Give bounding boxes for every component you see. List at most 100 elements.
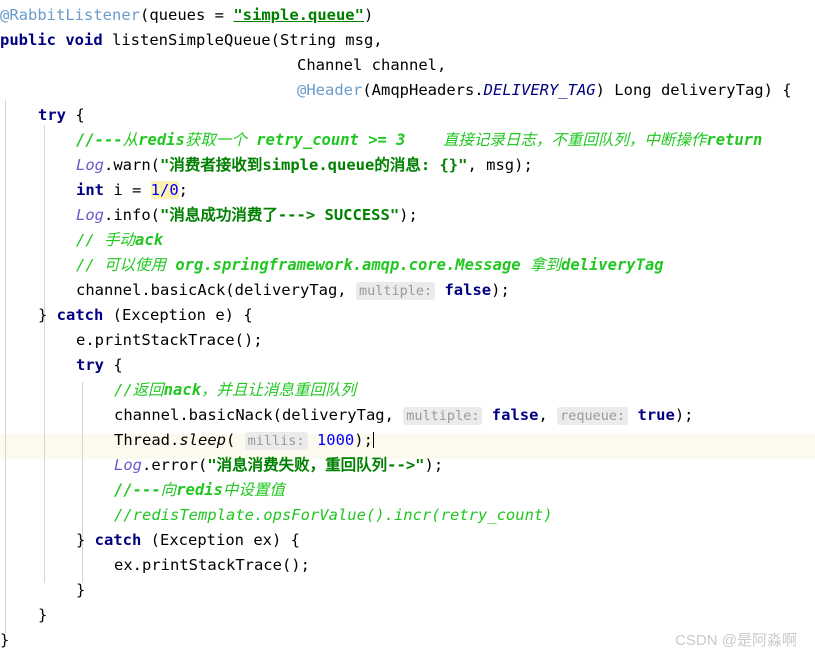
logger-field-warn: Log — [76, 156, 104, 174]
keyword-int: int — [76, 181, 104, 199]
brace-close-method: } — [0, 631, 10, 649]
comment16-cn: ，并且让消息重回队列 — [201, 381, 357, 399]
call-basicack: channel.basicAck(deliveryTag, — [76, 281, 356, 299]
line18-close: ); — [354, 431, 373, 449]
code-line-23[interactable]: ex.printStackTrace(); — [0, 553, 815, 578]
comment11-deliverytag: deliveryTag — [560, 256, 664, 274]
code-line-3[interactable]: Channel channel, — [0, 53, 815, 78]
line13-exception-decl: (Exception e) { — [103, 306, 253, 324]
brace-close-outer-catch: } — [38, 606, 48, 624]
comment16-nack: nack — [163, 381, 201, 399]
code-line-24[interactable]: } — [0, 578, 815, 603]
division-by-zero-expression: 1/0 — [150, 181, 179, 199]
comment20-cn-2: 中设置值 — [222, 481, 285, 499]
line12-close: ); — [491, 281, 510, 299]
call-basicnack: channel.basicNack(deliveryTag, — [114, 406, 404, 424]
code-line-17[interactable]: channel.basicNack(deliveryTag, multiple:… — [0, 403, 815, 428]
code-line-1[interactable]: @RabbitListener(queues = "simple.queue") — [0, 3, 815, 28]
comment20-cn-1: 向 — [160, 481, 177, 499]
literal-true-requeue: true — [637, 406, 675, 424]
param-string-msg: String msg, — [279, 31, 383, 49]
comment21-redistemplate: //redisTemplate.opsForValue().incr(retry… — [114, 506, 553, 524]
line19-close: ); — [424, 456, 444, 474]
keyword-catch-outer: catch — [56, 306, 104, 324]
param-channel-channel: Channel channel, — [297, 56, 447, 74]
code-line-4[interactable]: @Header(AmqpHeaders.DELIVERY_TAG) Long d… — [0, 78, 815, 103]
code-line-10[interactable]: // 手动ack — [0, 228, 815, 253]
code-line-15[interactable]: try { — [0, 353, 815, 378]
code-line-7[interactable]: Log.warn("消费者接收到simple.queue的消息: {}", ms… — [0, 153, 815, 178]
constant-delivery-tag: DELIVERY_TAG — [483, 81, 596, 99]
text-caret — [372, 432, 374, 448]
line18-open: ( — [226, 431, 245, 449]
literal-1000: 1000 — [316, 431, 355, 449]
code-line-5[interactable]: try { — [0, 103, 815, 128]
class-thread: Thread. — [114, 431, 180, 449]
code-line-13[interactable]: } catch (Exception e) { — [0, 303, 815, 328]
keyword-void: void — [65, 31, 103, 49]
line22-brace: } — [76, 531, 95, 549]
comment11-cn-1: 可以使用 — [104, 256, 167, 274]
variable-i: i = — [104, 181, 151, 199]
code-line-12[interactable]: channel.basicAck(deliveryTag, multiple: … — [0, 278, 815, 303]
code-line-8[interactable]: int i = 1/0; — [0, 178, 815, 203]
call-printstacktrace-ex: ex.printStackTrace(); — [114, 556, 310, 574]
line9-close: ); — [399, 206, 418, 224]
method-sleep: sleep — [179, 431, 226, 449]
line5-brace: { — [66, 106, 85, 124]
annotation-rabbitlistener: @RabbitListener — [0, 6, 140, 24]
literal-false-ack: false — [444, 281, 492, 299]
line7-args: , msg); — [467, 156, 533, 174]
line1-string-literal: "simple.queue" — [233, 6, 364, 24]
code-line-16[interactable]: //返回nack，并且让消息重回队列 — [0, 378, 815, 403]
comment10-ack: ack — [135, 231, 163, 249]
code-line-18[interactable]: Thread.sleep( millis: 1000); — [0, 428, 815, 453]
line13-brace: } — [38, 306, 57, 324]
keyword-try-outer: try — [38, 106, 66, 124]
line1-param: queues = — [149, 6, 234, 24]
param-hint-multiple-nack: multiple: — [403, 407, 483, 425]
line17-close: ); — [674, 406, 694, 424]
code-line-25[interactable]: } — [0, 603, 815, 628]
csdn-watermark: CSDN @是阿淼啊 — [675, 632, 797, 649]
code-line-14[interactable]: e.printStackTrace(); — [0, 328, 815, 353]
line1-close-paren: ) — [363, 6, 374, 24]
param-hint-millis: millis: — [244, 432, 308, 450]
code-content[interactable]: @RabbitListener(queues = "simple.queue")… — [0, 0, 815, 653]
param-hint-multiple: multiple: — [355, 282, 436, 300]
line19-string: "消息消费失败，重回队列-->" — [207, 456, 425, 474]
comment6-redis: redis — [138, 131, 185, 149]
comment10-text: // 手动 — [76, 231, 135, 249]
code-line-20[interactable]: //---向redis中设置值 — [0, 478, 815, 503]
comment6-dashes: //--- — [76, 131, 123, 149]
comment6-cn-3: 直接记录日志，不重回队列，中断操作 — [405, 131, 707, 149]
code-editor[interactable]: @RabbitListener(queues = "simple.queue")… — [0, 0, 815, 658]
code-line-22[interactable]: } catch (Exception ex) { — [0, 528, 815, 553]
comment20-redis: redis — [176, 481, 223, 499]
line9-call: .info( — [104, 206, 160, 224]
code-line-6[interactable]: //---从redis获取一个 retry_count >= 3 直接记录日志，… — [0, 128, 815, 153]
code-line-2[interactable]: public void listenSimpleQueue(String msg… — [0, 28, 815, 53]
code-line-11[interactable]: // 可以使用 org.springframework.amqp.core.Me… — [0, 253, 815, 278]
code-line-9[interactable]: Log.info("消息成功消费了---> SUCCESS"); — [0, 203, 815, 228]
comment11-cn-2: 拿到 — [529, 256, 561, 274]
line22-exception-decl: (Exception ex) { — [141, 531, 300, 549]
logger-field-error: Log — [114, 456, 142, 474]
logger-field-info: Log — [76, 206, 104, 224]
comment6-retry-count: retry_count >= 3 — [246, 131, 406, 149]
line9-string: "消息成功消费了---> SUCCESS" — [160, 206, 400, 224]
brace-close-inner-catch: } — [76, 581, 86, 599]
comment6-return: return — [706, 131, 763, 149]
code-line-21[interactable]: //redisTemplate.opsForValue().incr(retry… — [0, 503, 815, 528]
line19-call: .error( — [142, 456, 208, 474]
line8-semicolon: ; — [178, 181, 189, 199]
method-name-listensimplequeue: listenSimpleQueue( — [102, 31, 280, 49]
line4-open: (AmqpHeaders. — [362, 81, 484, 99]
code-line-19[interactable]: Log.error("消息消费失败，重回队列-->"); — [0, 453, 815, 478]
param-hint-requeue: requeue: — [557, 407, 629, 425]
keyword-try-inner: try — [76, 356, 104, 374]
line15-brace: { — [104, 356, 123, 374]
call-printstacktrace-e: e.printStackTrace(); — [76, 331, 263, 349]
comment11-fqcn: org.springframework.amqp.core.Message — [166, 256, 530, 274]
line1-open-paren: ( — [139, 6, 150, 24]
